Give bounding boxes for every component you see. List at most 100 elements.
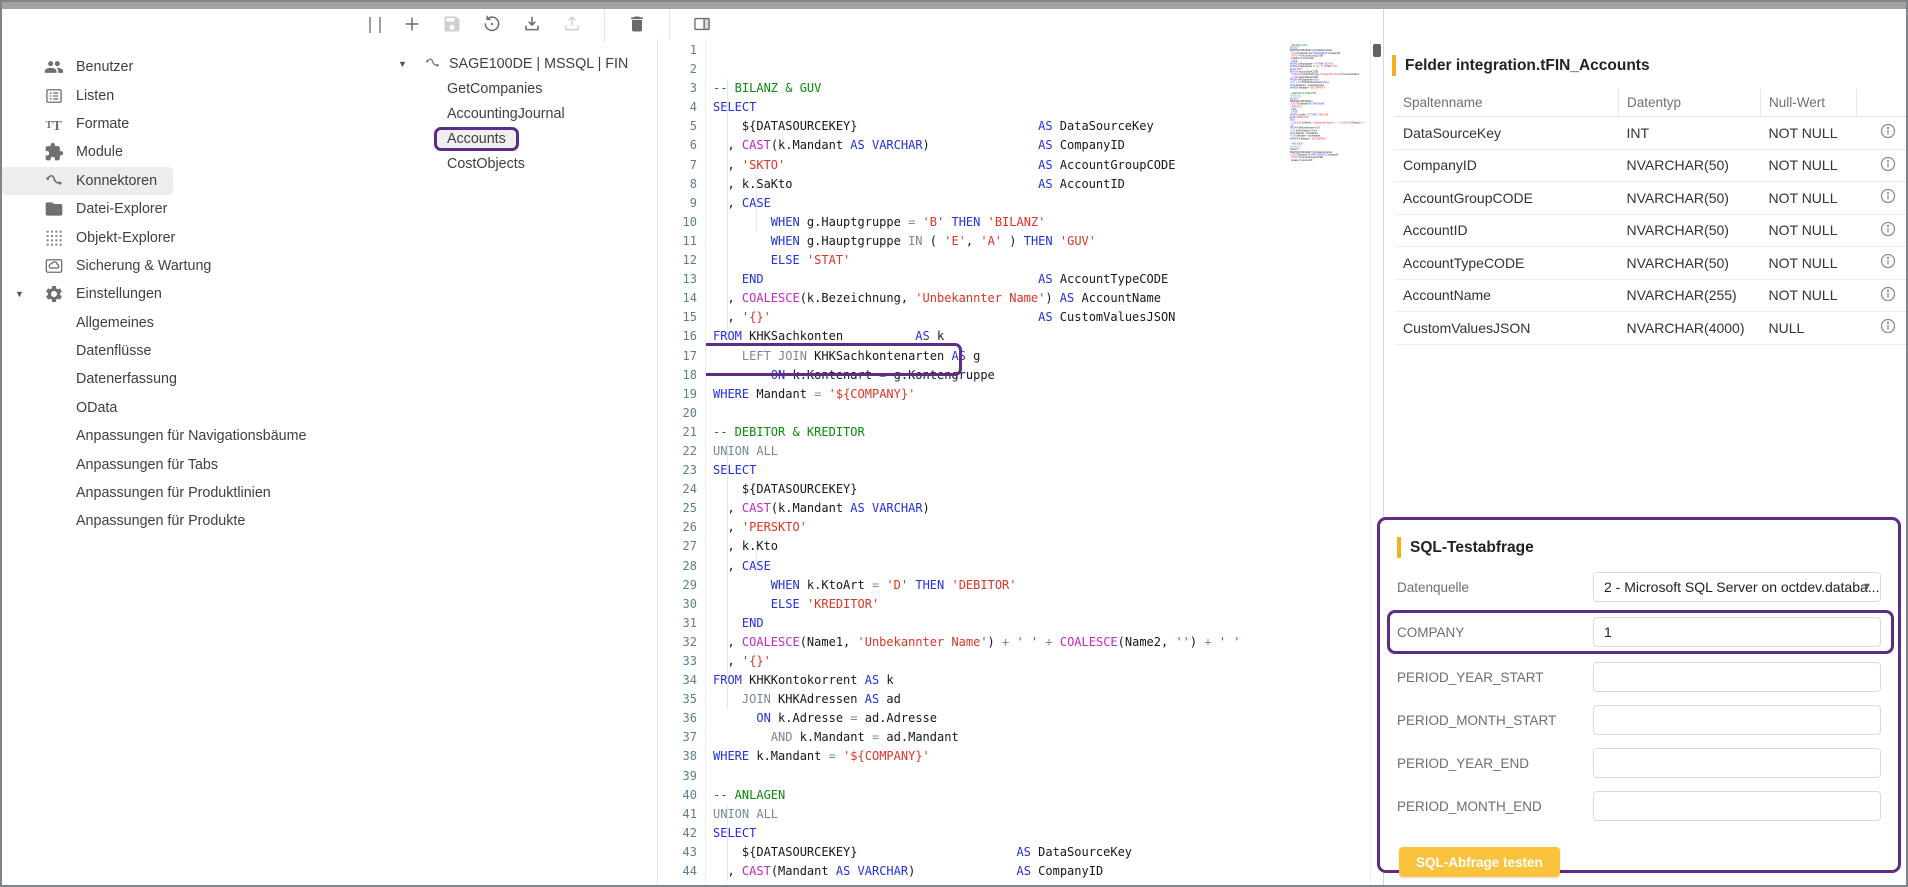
info-icon[interactable] [1879, 317, 1897, 335]
code-line: , 'SKTO' AS AccountGroupCODE [1290, 156, 1370, 159]
code-line: WHEN g.Hauptgruppe = 'B' THEN 'BILANZ' [1290, 63, 1370, 66]
form-field-period-year-end: PERIOD_YEAR_END [1397, 748, 1884, 778]
toolbar-divider [669, 9, 670, 43]
period-month-start-input[interactable] [1593, 705, 1881, 735]
code-line: , COALESCE(k.Bezeichnung, 'Unbekannter N… [713, 289, 1290, 308]
form-field-period-year-start: PERIOD_YEAR_START [1397, 662, 1884, 692]
table-row: CustomValuesJSONNVARCHAR(4000)NULL [1395, 312, 1908, 345]
code-line: END [1290, 119, 1370, 122]
sidebar-item-listen[interactable]: Listen [2, 81, 130, 109]
tree-root[interactable]: ▼SAGE100DE | MSSQL | FIN [386, 51, 657, 76]
info-icon[interactable] [1879, 187, 1897, 205]
period-year-start-input[interactable] [1593, 662, 1881, 692]
sidebar-item-odata[interactable]: OData [2, 394, 362, 422]
code-line: , CASE [713, 557, 1290, 576]
info-icon[interactable] [1879, 220, 1897, 238]
tree-item-label: CostObjects [447, 156, 525, 172]
field-label: COMPANY [1397, 625, 1593, 640]
sql-test-section: SQL-Testabfrage Datenquelle 2 - Microsof… [1377, 517, 1901, 873]
info-icon[interactable] [1879, 252, 1897, 270]
cell-name: CustomValuesJSON [1395, 312, 1619, 345]
sql-editor[interactable]: 1234567891011121314151617181920212223242… [657, 39, 1383, 887]
tree-item-label: AccountingJournal [447, 106, 565, 122]
cell-nullable: NOT NULL [1761, 117, 1857, 150]
indent-guide [727, 442, 728, 709]
splitter-drag-handle-icon[interactable] [369, 17, 381, 33]
tree-item-accountingjournal[interactable]: AccountingJournal [386, 101, 657, 126]
period-month-end-input[interactable] [1593, 791, 1881, 821]
code-line: WHEN g.Hauptgruppe = 'B' THEN 'BILANZ' [713, 213, 1290, 232]
code-line: ${DATASOURCEKEY} AS DataSourceKey [1290, 151, 1370, 154]
sidebar-item-benutzer[interactable]: Benutzer [2, 53, 149, 81]
sidebar-item-datenerfassung[interactable]: Datenerfassung [2, 365, 362, 393]
code-line: FROM KHKKontokorrent AS k [713, 671, 1290, 690]
cell-nullable: NOT NULL [1761, 182, 1857, 215]
code-line: ON k.Kontenart = g.Kontengruppe [1290, 84, 1370, 87]
code-line: SELECT [713, 98, 1290, 117]
code-line: ELSE 'KREDITOR' [713, 595, 1290, 614]
expand-caret-icon[interactable]: ▼ [398, 59, 412, 69]
code-area[interactable]: -- BILANZ & GUVSELECT ${DATASOURCEKEY} A… [706, 39, 1290, 887]
table-row: AccountGroupCODENVARCHAR(50)NOT NULL [1395, 182, 1908, 215]
sidebar-item-anpassungen-f-r-produktlinien[interactable]: Anpassungen für Produktlinien [2, 479, 362, 507]
panel-toggle-button[interactable] [691, 13, 713, 35]
tree-item-getcompanies[interactable]: GetCompanies [386, 76, 657, 101]
column-header: Spaltenname [1395, 89, 1619, 117]
accent-bar [1397, 537, 1401, 558]
delete-button[interactable] [626, 13, 648, 35]
sidebar-item-allgemeines[interactable]: Allgemeines [2, 309, 362, 337]
gear-icon [44, 284, 64, 304]
formats-icon: TT [44, 114, 64, 134]
sidebar-item-label: Module [76, 144, 123, 160]
line-numbers: 1234567891011121314151617181920212223242… [658, 39, 706, 887]
field-label: PERIOD_MONTH_START [1397, 713, 1593, 728]
sidebar-item-anpassungen-f-r-tabs[interactable]: Anpassungen für Tabs [2, 450, 362, 478]
folder-icon [44, 199, 64, 219]
cell-type: NVARCHAR(50) [1619, 247, 1761, 280]
sidebar-item-datenfl-sse[interactable]: Datenflüsse [2, 337, 362, 365]
window-top-strip [2, 2, 1906, 9]
sidebar-item-module[interactable]: Module [2, 138, 139, 166]
info-icon[interactable] [1879, 122, 1897, 140]
code-line: , k.Kto [713, 537, 1290, 556]
toolbar-divider [604, 9, 605, 43]
sidebar-item-datei-explorer[interactable]: Datei-Explorer [2, 195, 183, 223]
cell-type: INT [1619, 117, 1761, 150]
sidebar-item-anpassungen-f-r-navigationsb-ume[interactable]: Anpassungen für Navigationsbäume [2, 422, 362, 450]
panel-splitter[interactable] [362, 9, 386, 885]
download-button[interactable] [521, 13, 543, 35]
datasource-select-value: 2 - Microsoft SQL Server on octdev.datab… [1604, 579, 1879, 595]
sidebar-item-anpassungen-f-r-produkte[interactable]: Anpassungen für Produkte [2, 507, 362, 535]
vertical-scrollbar-thumb[interactable] [1373, 44, 1381, 57]
minimap[interactable]: -- BILANZ & GUVSELECT ${DATASOURCEKEY} A… [1290, 39, 1370, 887]
sidebar-item-objekt-explorer[interactable]: Objekt-Explorer [2, 223, 191, 251]
add-button[interactable] [401, 13, 423, 35]
expand-caret-icon[interactable]: ▼ [15, 289, 24, 299]
sidebar-item-label: Formate [76, 116, 129, 132]
upload-button[interactable] [561, 13, 583, 35]
test-query-button[interactable]: SQL-Abfrage testen [1399, 847, 1560, 877]
company-input[interactable] [1593, 617, 1881, 647]
code-line: WHERE Mandant = '${COMPANY}' [1290, 87, 1370, 90]
table-row: CompanyIDNVARCHAR(50)NOT NULL [1395, 149, 1908, 182]
sidebar-item-konnektoren[interactable]: Konnektoren [2, 167, 173, 195]
cell-type: NVARCHAR(50) [1619, 214, 1761, 247]
code-line: END AS AccountTypeCODE [1290, 71, 1370, 74]
datasource-select[interactable]: 2 - Microsoft SQL Server on octdev.datab… [1593, 572, 1881, 602]
history-button[interactable] [481, 13, 503, 35]
period-year-end-input[interactable] [1593, 748, 1881, 778]
tree-item-costobjects[interactable]: CostObjects [386, 152, 657, 177]
sidebar-item-sicherung-wartung[interactable]: Sicherung & Wartung [2, 252, 227, 280]
sidebar-item-einstellungen[interactable]: ▼Einstellungen [2, 280, 178, 308]
sidebar-item-label: Benutzer [76, 59, 133, 75]
code-line: ON k.Adresse = ad.Adresse [1290, 132, 1370, 135]
code-line: LEFT JOIN KHKSachkontenarten AS g [713, 347, 1290, 366]
code-line: -- BILANZ & GUV [713, 79, 1290, 98]
datasource-label: Datenquelle [1397, 580, 1593, 595]
save-button[interactable] [441, 13, 463, 35]
tree-item-accounts[interactable]: Accounts [386, 127, 657, 152]
info-icon[interactable] [1879, 285, 1897, 303]
info-icon[interactable] [1879, 155, 1897, 173]
sidebar-item-formate[interactable]: TT Formate [2, 110, 145, 138]
cell-name: AccountName [1395, 279, 1619, 312]
